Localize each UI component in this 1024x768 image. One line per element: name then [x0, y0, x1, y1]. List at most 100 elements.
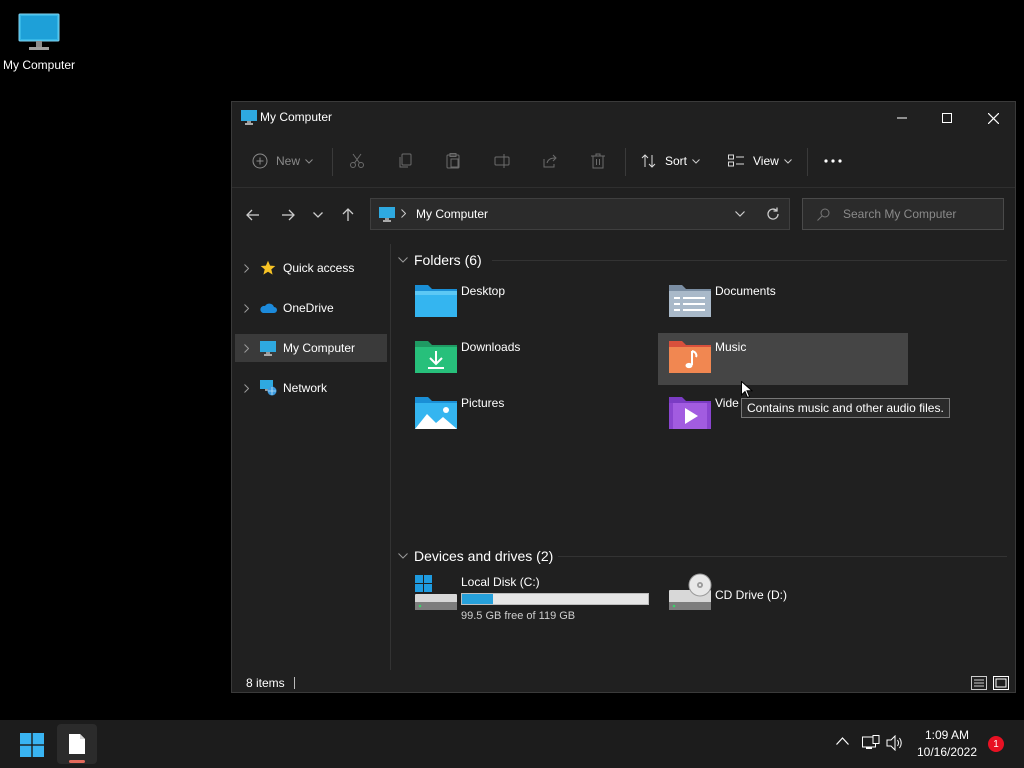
status-divider	[294, 677, 295, 689]
new-label: New	[276, 154, 301, 168]
drive-name: CD Drive (D:)	[715, 588, 787, 602]
notification-badge[interactable]: 1	[988, 736, 1004, 752]
folder-tile-pictures[interactable]: Pictures	[404, 389, 654, 441]
drive-usage-fill	[462, 594, 493, 604]
group-divider	[492, 260, 1007, 261]
sidebar-item-my-computer[interactable]: My Computer	[235, 334, 387, 362]
clock-date: 10/16/2022	[916, 745, 978, 759]
chevron-down-icon	[305, 158, 313, 164]
cd-drive-icon	[668, 573, 712, 611]
address-dropdown-icon[interactable]	[735, 211, 745, 217]
chevron-down-icon	[692, 158, 700, 164]
drive-tile-local-disk-c[interactable]: Local Disk (C:) 99.5 GB free of 119 GB	[404, 573, 654, 631]
recent-locations-button[interactable]	[307, 204, 329, 226]
network-icon	[257, 380, 279, 396]
toolbar-divider	[807, 148, 808, 176]
folder-tile-desktop[interactable]: Desktop	[404, 277, 654, 329]
chevron-down-icon	[783, 158, 792, 164]
monitor-icon	[241, 110, 257, 125]
sidebar-item-network[interactable]: Network	[235, 374, 387, 402]
sort-button[interactable]: Sort	[641, 150, 700, 172]
refresh-icon[interactable]	[766, 207, 780, 221]
item-count: 8 items	[246, 676, 285, 690]
minimize-button[interactable]	[879, 102, 925, 134]
group-header-devices[interactable]: Devices and drives (2)	[398, 546, 553, 566]
downloads-folder-icon	[414, 337, 458, 375]
sidebar-item-onedrive[interactable]: OneDrive	[235, 294, 387, 322]
rename-icon	[494, 153, 510, 169]
copy-icon	[398, 153, 414, 169]
up-button[interactable]	[337, 204, 359, 226]
more-options-button[interactable]	[824, 150, 842, 172]
running-indicator	[69, 760, 85, 763]
sidebar-item-label: OneDrive	[283, 301, 334, 315]
toolbar-divider	[332, 148, 333, 176]
view-button[interactable]: View	[728, 150, 792, 172]
drive-free-space: 99.5 GB free of 119 GB	[461, 610, 576, 622]
search-input[interactable]: Search My Computer	[802, 198, 1004, 230]
clock[interactable]: 1:09 AM 10/16/2022	[912, 728, 982, 759]
back-button[interactable]	[242, 204, 264, 226]
sort-icon	[641, 153, 657, 169]
search-placeholder: Search My Computer	[843, 207, 957, 221]
view-list-icon	[728, 154, 744, 168]
folder-tile-music[interactable]: Music	[658, 333, 908, 385]
folder-name: Documents	[715, 284, 776, 298]
desktop-icon-my-computer[interactable]: My Computer	[0, 8, 78, 72]
chevron-right-icon[interactable]	[235, 263, 257, 273]
copy-button[interactable]	[398, 150, 414, 172]
chevron-right-icon[interactable]	[235, 383, 257, 393]
cut-button[interactable]	[349, 150, 365, 172]
plus-circle-icon	[252, 153, 268, 169]
show-hidden-icons-button[interactable]	[836, 737, 849, 745]
sidebar-item-label: My Computer	[283, 341, 356, 355]
chevron-right-icon[interactable]	[235, 343, 257, 353]
details-view-button[interactable]	[971, 676, 987, 690]
group-header-folders[interactable]: Folders (6)	[398, 250, 482, 270]
maximize-button[interactable]	[924, 102, 970, 134]
breadcrumb-my-computer[interactable]: My Computer	[416, 207, 488, 221]
sidebar-item-quick-access[interactable]: Quick access	[235, 254, 387, 282]
status-bar: 8 items	[232, 672, 1015, 694]
command-bar: New Sort View	[232, 134, 1015, 188]
monitor-icon	[17, 12, 61, 52]
chevron-right-icon[interactable]	[235, 303, 257, 313]
address-bar[interactable]: My Computer	[370, 198, 790, 230]
drive-tile-cd-drive-d[interactable]: CD Drive (D:)	[658, 573, 908, 625]
volume-icon[interactable]	[886, 735, 904, 751]
close-button[interactable]	[970, 102, 1016, 134]
view-label: View	[753, 154, 779, 168]
pictures-folder-icon	[414, 393, 458, 431]
chevron-down-icon	[398, 257, 414, 263]
delete-button[interactable]	[590, 150, 606, 172]
window-title: My Computer	[260, 110, 333, 124]
sort-label: Sort	[665, 154, 688, 168]
more-icon	[824, 159, 842, 163]
arrow-left-icon	[246, 209, 260, 221]
drive-name: Local Disk (C:)	[461, 575, 540, 589]
explorer-window: My Computer New Sort View My Computer Se…	[231, 101, 1016, 693]
taskbar-app-notepad[interactable]	[57, 724, 97, 764]
folder-tile-documents[interactable]: Documents	[658, 277, 908, 329]
folder-tile-downloads[interactable]: Downloads	[404, 333, 654, 385]
pane-splitter[interactable]	[390, 244, 391, 670]
group-header-label: Devices and drives (2)	[414, 548, 554, 564]
paste-button[interactable]	[445, 150, 461, 172]
paste-icon	[445, 153, 461, 169]
sidebar-item-label: Quick access	[283, 261, 355, 275]
network-status-icon[interactable]	[862, 735, 880, 751]
forward-button[interactable]	[277, 204, 299, 226]
chevron-down-icon	[313, 212, 323, 218]
content-pane: Folders (6) Desktop Documents Downloads	[392, 240, 1012, 672]
large-icons-view-button[interactable]	[993, 676, 1009, 690]
rename-button[interactable]	[494, 150, 510, 172]
start-button[interactable]	[20, 733, 44, 757]
mouse-cursor-icon	[741, 381, 753, 399]
folder-name: Music	[715, 340, 747, 354]
title-bar[interactable]: My Computer	[232, 102, 1015, 134]
arrow-up-icon	[342, 208, 354, 222]
folder-name: Desktop	[461, 284, 506, 298]
documents-folder-icon	[668, 281, 712, 319]
share-button[interactable]	[542, 150, 558, 172]
new-button[interactable]: New	[252, 150, 313, 172]
